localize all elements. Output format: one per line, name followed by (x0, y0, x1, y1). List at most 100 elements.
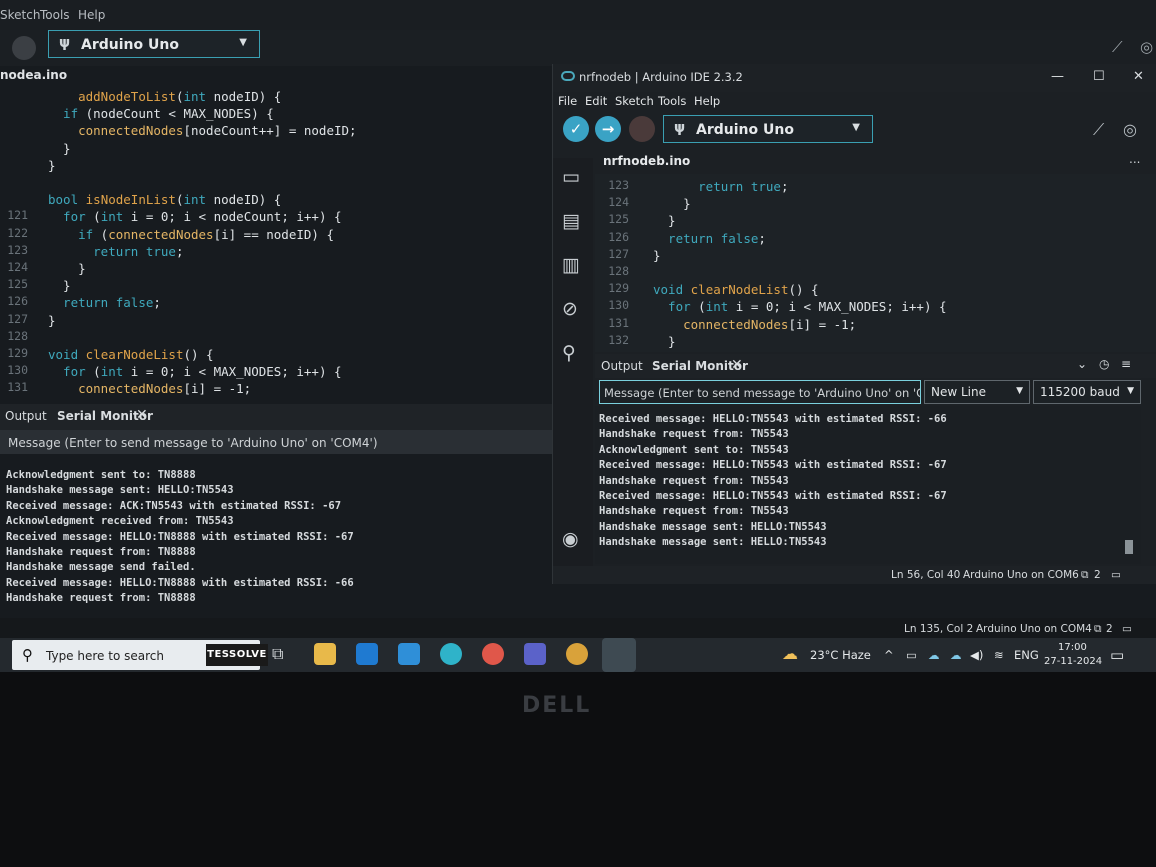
code-line[interactable]: for (int i = 0; i < MAX_NODES; i++) { (653, 298, 946, 315)
code-line[interactable]: } (653, 333, 676, 350)
verify-button[interactable]: ✓ (563, 116, 589, 142)
code-line[interactable]: void clearNodeList() { (653, 281, 819, 298)
chevron-down-icon: ▼ (1016, 386, 1023, 396)
clock-date[interactable]: 27-11-2024 (1044, 656, 1102, 667)
code-line[interactable]: for (int i = 0; i < MAX_NODES; i++) { (48, 363, 341, 380)
code-line[interactable]: addNodeToList(int nodeID) { (48, 88, 281, 105)
search-icon[interactable]: ⚲ (562, 342, 576, 364)
mail-icon[interactable] (398, 643, 420, 665)
code-line[interactable]: } (653, 195, 691, 212)
code-line[interactable]: connectedNodes[nodeCount++] = nodeID; (48, 122, 356, 139)
taskbar-search[interactable]: ⚲ Type here to search TESSOLVE (12, 640, 268, 670)
close-window-icon[interactable]: ✕ (1133, 69, 1144, 84)
back-code-editor[interactable]: addNodeToList(int nodeID) { if (nodeCoun… (0, 86, 552, 402)
menu-help[interactable]: Help (78, 8, 105, 22)
menu-file[interactable]: File (558, 94, 577, 108)
menu-sketch[interactable]: Sketch (615, 94, 654, 108)
code-line[interactable]: } (48, 140, 71, 157)
chevron-double-down-icon[interactable]: ⌄ (1077, 357, 1087, 371)
close-icon[interactable]: ✕ (136, 407, 148, 423)
profile-icon[interactable]: ◉ (562, 528, 579, 550)
menu-tools[interactable]: Tools (658, 94, 686, 108)
code-line[interactable]: } (48, 157, 56, 174)
code-line[interactable]: void clearNodeList() { (48, 346, 214, 363)
onedrive-icon[interactable]: ☁ (950, 648, 962, 662)
line-number: 131 (608, 315, 629, 330)
board-selector[interactable]: ψ Arduino Uno ▼ (663, 115, 873, 143)
boards-manager-icon[interactable]: ▤ (562, 210, 580, 232)
library-manager-icon[interactable]: ▥ (562, 254, 580, 276)
more-icon[interactable]: ... (1129, 152, 1140, 166)
chrome-profile-icon[interactable] (566, 643, 588, 665)
maximize-icon[interactable]: ☐ (1093, 69, 1105, 84)
upload-button[interactable]: → (595, 116, 621, 142)
edge-icon[interactable] (440, 643, 462, 665)
line-ending-select[interactable]: New Line ▼ (924, 380, 1030, 404)
language-indicator[interactable]: ENG (1014, 648, 1039, 662)
code-line[interactable]: if (connectedNodes[i] == nodeID) { (48, 226, 334, 243)
tessolve-logo[interactable]: TESSOLVE (206, 644, 268, 666)
code-line[interactable]: return true; (653, 178, 788, 195)
code-line[interactable]: for (int i = 0; i < nodeCount; i++) { (48, 208, 341, 225)
usb-icon: ψ (59, 35, 71, 51)
baud-rate-select[interactable]: 115200 baud ▼ (1033, 380, 1141, 404)
wifi-icon[interactable]: ≋ (994, 648, 1004, 662)
menu-sketch[interactable]: Sketch (0, 8, 40, 22)
code-line[interactable]: if (nodeCount < MAX_NODES) { (48, 105, 274, 122)
clear-output-icon[interactable]: ≡ (1121, 357, 1131, 371)
notification-center-icon[interactable]: ▭ (1110, 646, 1124, 664)
code-line[interactable]: connectedNodes[i] = -1; (653, 316, 856, 333)
code-line[interactable]: } (48, 277, 71, 294)
code-line[interactable]: } (48, 260, 86, 277)
board-port[interactable]: Arduino Uno on COM4 (976, 623, 1092, 635)
notifications-icon[interactable]: ⧉ (1094, 623, 1102, 636)
timestamp-icon[interactable]: ◷ (1099, 357, 1109, 371)
clock-time[interactable]: 17:00 (1058, 642, 1087, 653)
volume-icon[interactable]: ◀) (970, 648, 983, 662)
menu-edit[interactable]: Edit (585, 94, 607, 108)
notifications-icon[interactable]: ⧉ (1081, 569, 1089, 582)
tab-output[interactable]: Output (601, 359, 643, 373)
serial-plotter-icon[interactable]: ⟋ (1093, 120, 1104, 140)
serial-monitor-icon[interactable]: ◎ (1140, 38, 1153, 56)
scrollbar-thumb[interactable] (1125, 540, 1133, 554)
code-line[interactable]: } (653, 247, 661, 264)
file-tab[interactable]: nrfnodeb.ino (603, 154, 690, 168)
serial-plotter-icon[interactable]: ⟋ (1112, 38, 1123, 56)
menu-tools[interactable]: Tools (40, 8, 70, 22)
board-selector[interactable]: ψ Arduino Uno ▼ (48, 30, 260, 58)
close-icon[interactable]: ✕ (731, 357, 743, 373)
code-line[interactable]: } (653, 212, 676, 229)
sketchbook-icon[interactable]: ▭ (562, 166, 580, 188)
debug-icon[interactable]: ⊘ (562, 298, 578, 320)
task-view-icon[interactable]: ⧉ (272, 644, 283, 664)
outlook-icon[interactable] (356, 643, 378, 665)
back-file-tab[interactable]: nodea.ino (0, 68, 67, 86)
file-explorer-icon[interactable] (314, 643, 336, 665)
tab-output[interactable]: Output (5, 409, 47, 423)
arduino-ide-taskbar-icon[interactable] (602, 638, 636, 672)
code-line[interactable]: return true; (48, 243, 183, 260)
panel-icon[interactable]: ▭ (1122, 623, 1132, 635)
chevron-up-icon[interactable]: ^ (884, 648, 894, 662)
teams-icon[interactable] (524, 643, 546, 665)
battery-icon[interactable]: ▭ (906, 648, 917, 662)
message-input[interactable]: Message (Enter to send message to 'Ardui… (599, 380, 921, 404)
weather-text[interactable]: 23°C Haze (810, 648, 871, 662)
cloud-icon[interactable]: ☁ (928, 648, 940, 662)
code-line[interactable]: return false; (48, 294, 161, 311)
back-message-input[interactable]: Message (Enter to send message to 'Ardui… (0, 430, 552, 454)
panel-icon[interactable]: ▭ (1111, 569, 1121, 581)
serial-monitor-icon[interactable]: ◎ (1123, 120, 1137, 139)
minimize-icon[interactable]: — (1051, 69, 1064, 84)
board-port[interactable]: Arduino Uno on COM6 (963, 569, 1079, 581)
code-line[interactable]: connectedNodes[i] = -1; (48, 380, 251, 397)
code-line[interactable]: return false; (653, 230, 766, 247)
code-line[interactable]: bool isNodeInList(int nodeID) { (48, 191, 281, 208)
menu-help[interactable]: Help (694, 94, 720, 108)
code-line[interactable]: } (48, 312, 56, 329)
debug-button[interactable] (629, 116, 655, 142)
code-editor[interactable]: 123 return true; 124 } 125 } 126 return fal… (595, 174, 1156, 352)
debug-icon[interactable] (12, 36, 36, 60)
chrome-icon[interactable] (482, 643, 504, 665)
